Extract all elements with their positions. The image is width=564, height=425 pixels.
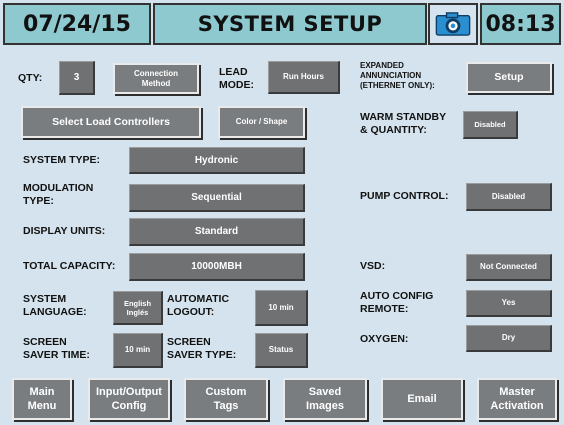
total-capacity-label: TOTAL CAPACITY: bbox=[23, 260, 116, 272]
system-language-label: SYSTEM LANGUAGE: bbox=[23, 293, 87, 318]
connection-method-button[interactable]: Connection Method bbox=[113, 63, 199, 94]
vsd-field[interactable]: Not Connected bbox=[466, 254, 552, 281]
auto-config-remote-field[interactable]: Yes bbox=[466, 290, 552, 317]
page-title: SYSTEM SETUP bbox=[153, 3, 427, 45]
email-button[interactable]: Email bbox=[381, 378, 463, 420]
modulation-type-label: MODULATION TYPE: bbox=[23, 182, 94, 207]
screen-saver-time-label: SCREEN SAVER TIME: bbox=[23, 336, 90, 361]
camera-icon bbox=[435, 12, 471, 36]
qty-label: QTY: bbox=[18, 72, 43, 84]
system-type-field[interactable]: Hydronic bbox=[129, 147, 305, 174]
saved-images-button[interactable]: Saved Images bbox=[283, 378, 367, 420]
pump-control-field[interactable]: Disabled bbox=[466, 183, 552, 211]
expanded-annunciation-setup-button[interactable]: Setup bbox=[466, 62, 552, 93]
qty-field[interactable]: 3 bbox=[59, 61, 95, 95]
modulation-type-field[interactable]: Sequential bbox=[129, 184, 305, 212]
custom-tags-button[interactable]: Custom Tags bbox=[184, 378, 268, 420]
main-menu-button[interactable]: Main Menu bbox=[12, 378, 72, 420]
automatic-logout-field[interactable]: 10 min bbox=[255, 290, 308, 326]
oxygen-label: OXYGEN: bbox=[360, 333, 409, 345]
expanded-annunciation-label: EXPANDED ANNUNCIATION (ETHERNET ONLY): bbox=[360, 61, 435, 90]
header-date: 07/24/15 bbox=[3, 3, 151, 45]
display-units-field[interactable]: Standard bbox=[129, 218, 305, 246]
header-time: 08:13 bbox=[480, 3, 561, 45]
select-load-controllers-button[interactable]: Select Load Controllers bbox=[21, 106, 201, 138]
system-language-field[interactable]: English Inglés bbox=[113, 291, 163, 325]
color-shape-button[interactable]: Color / Shape bbox=[218, 106, 305, 138]
warm-standby-label: WARM STANDBY & QUANTITY: bbox=[360, 111, 447, 136]
input-output-config-button[interactable]: Input/Output Config bbox=[88, 378, 170, 420]
system-setup-screen: 07/24/15 SYSTEM SETUP 08:13 QTY: 3 Conne… bbox=[0, 0, 564, 425]
display-units-label: DISPLAY UNITS: bbox=[23, 225, 106, 237]
system-type-label: SYSTEM TYPE: bbox=[23, 154, 101, 166]
screen-saver-type-field[interactable]: Status bbox=[255, 333, 308, 368]
lead-mode-label: LEAD MODE: bbox=[219, 66, 254, 91]
oxygen-field[interactable]: Dry bbox=[466, 325, 552, 352]
screen-saver-time-field[interactable]: 10 min bbox=[113, 333, 163, 368]
auto-config-remote-label: AUTO CONFIG REMOTE: bbox=[360, 290, 434, 315]
lead-mode-field[interactable]: Run Hours bbox=[268, 61, 340, 94]
total-capacity-field[interactable]: 10000MBH bbox=[129, 253, 305, 281]
screen-saver-type-label: SCREEN SAVER TYPE: bbox=[167, 336, 237, 361]
automatic-logout-label: AUTOMATIC LOGOUT: bbox=[167, 293, 230, 318]
vsd-label: VSD: bbox=[360, 260, 386, 272]
warm-standby-field[interactable]: Disabled bbox=[463, 111, 518, 139]
screenshot-button[interactable] bbox=[428, 3, 478, 45]
master-activation-button[interactable]: Master Activation bbox=[477, 378, 557, 420]
pump-control-label: PUMP CONTROL: bbox=[360, 190, 449, 202]
